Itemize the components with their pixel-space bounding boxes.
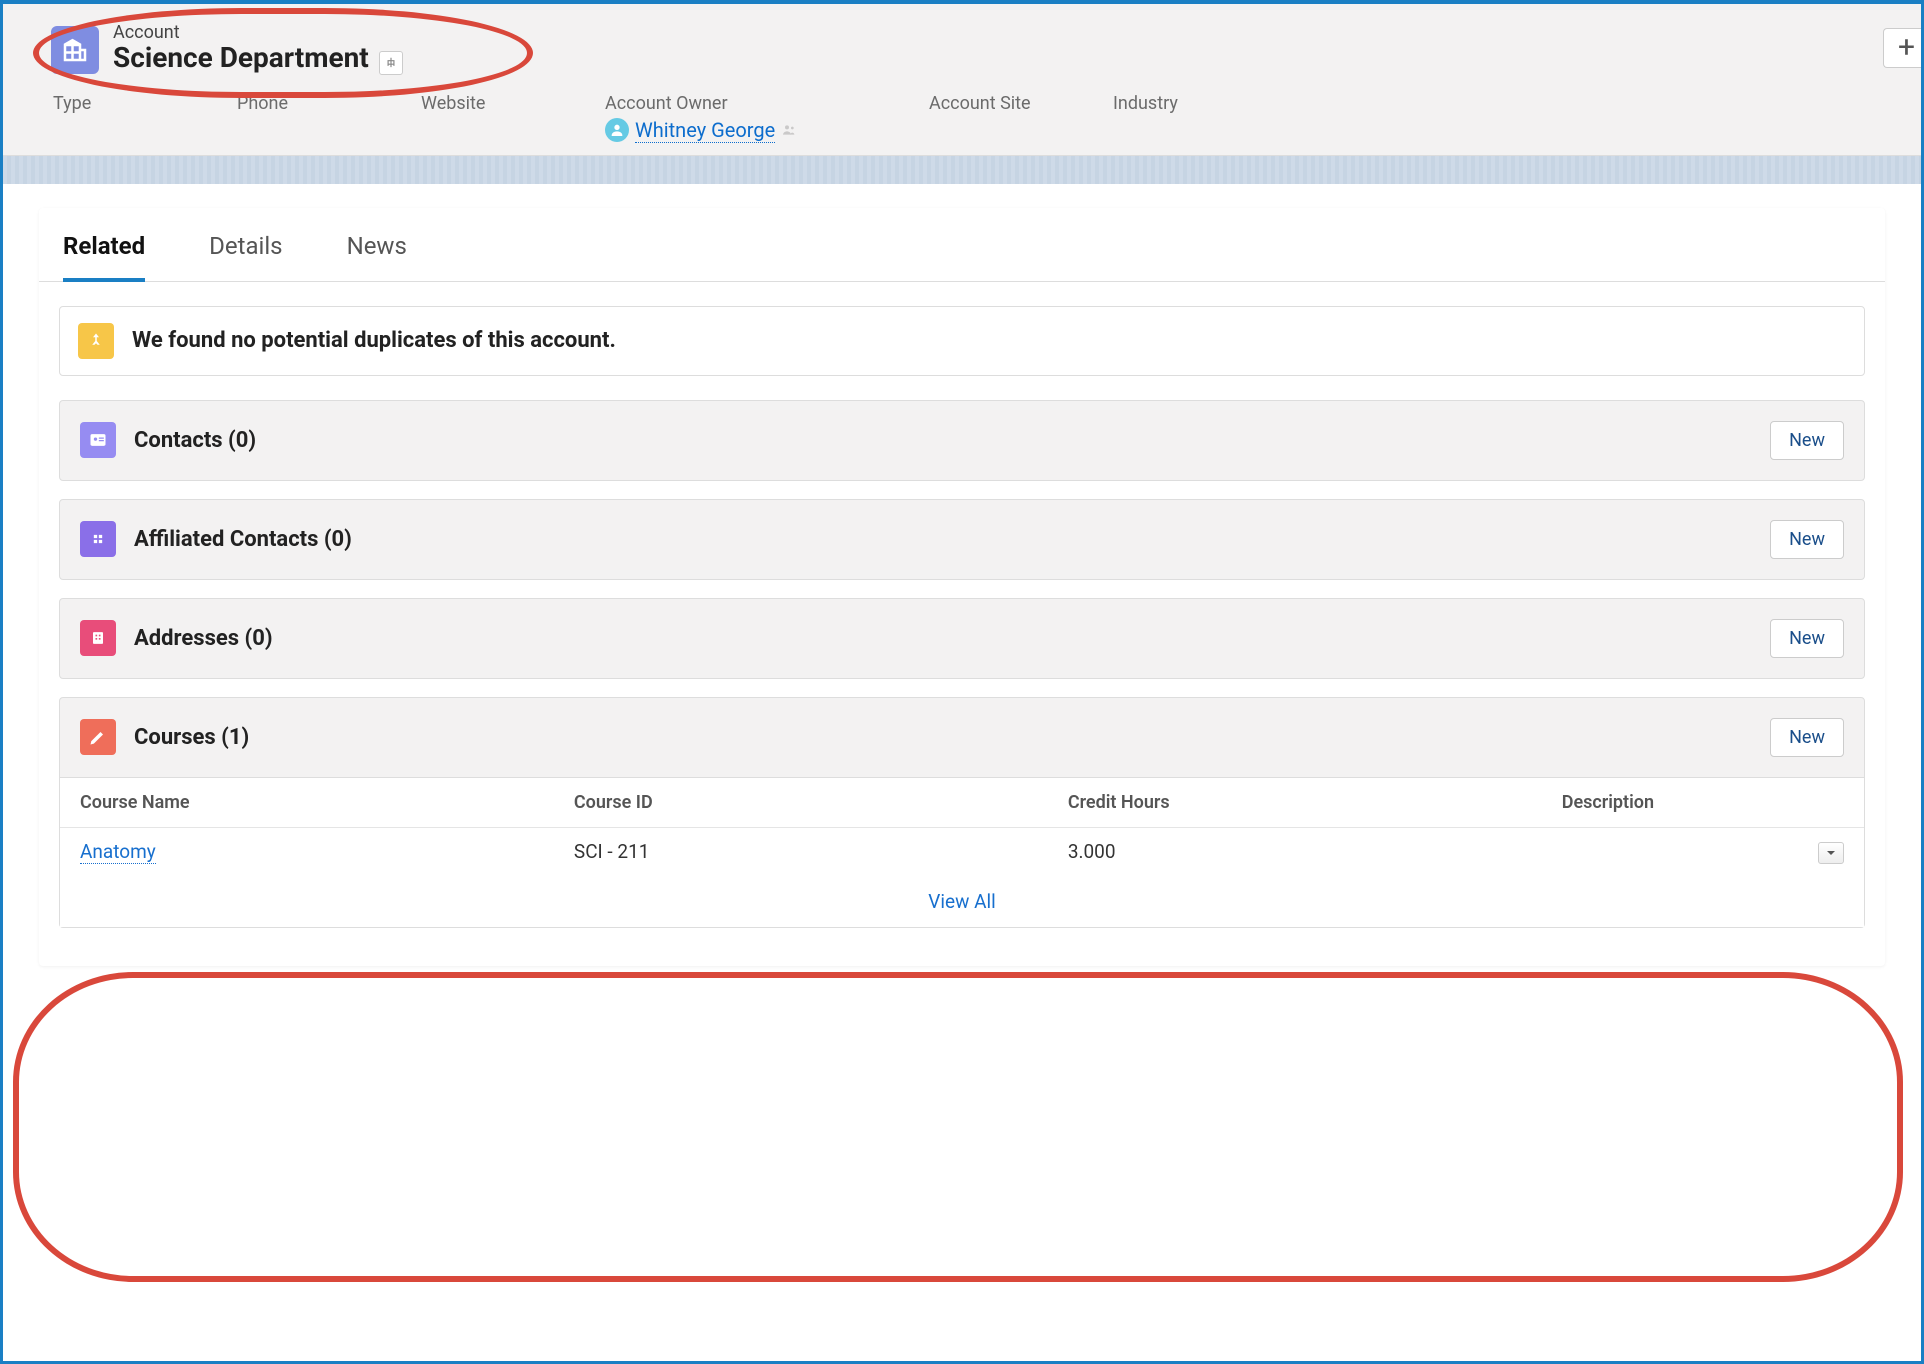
related-courses: Courses (1) New Course Name Course ID Cr… xyxy=(59,697,1865,928)
related-contacts: Contacts (0) New xyxy=(59,400,1865,481)
owner-name: Whitney George xyxy=(635,118,775,143)
affiliated-new-button[interactable]: New xyxy=(1770,520,1844,559)
table-row: Anatomy SCI - 211 3.000 xyxy=(60,828,1864,876)
change-owner-icon[interactable] xyxy=(781,122,797,138)
courses-table: Course Name Course ID Credit Hours Descr… xyxy=(60,777,1864,927)
field-industry: Industry xyxy=(1113,93,1233,143)
account-icon xyxy=(51,26,99,74)
tab-news[interactable]: News xyxy=(347,208,407,281)
app-frame: Account Science Department + Type Phone … xyxy=(0,0,1924,1364)
courses-title[interactable]: Courses (1) xyxy=(134,725,249,750)
affiliated-icon xyxy=(80,521,116,557)
col-course-name: Course Name xyxy=(80,792,574,813)
courses-new-button[interactable]: New xyxy=(1770,718,1844,757)
addresses-new-button[interactable]: New xyxy=(1770,619,1844,658)
field-account-site: Account Site xyxy=(929,93,1049,143)
merge-icon xyxy=(78,323,114,359)
avatar-icon xyxy=(605,118,629,142)
contacts-title[interactable]: Contacts (0) xyxy=(134,428,256,453)
content-card: Related Details News We found no potenti… xyxy=(39,208,1885,966)
course-credit-value: 3.000 xyxy=(1068,840,1562,863)
row-actions-menu[interactable] xyxy=(1818,842,1844,864)
field-account-owner: Account Owner Whitney George xyxy=(605,93,865,143)
course-id-value: SCI - 211 xyxy=(574,840,1068,863)
entity-title: Science Department xyxy=(113,41,369,74)
field-type: Type xyxy=(53,93,173,143)
field-phone: Phone xyxy=(237,93,357,143)
decorative-pattern xyxy=(3,156,1921,184)
related-addresses: Addresses (0) New xyxy=(59,598,1865,679)
follow-plus-button[interactable]: + xyxy=(1883,28,1921,68)
contacts-new-button[interactable]: New xyxy=(1770,421,1844,460)
tab-related[interactable]: Related xyxy=(63,208,145,282)
tab-details[interactable]: Details xyxy=(209,208,282,281)
affiliated-title[interactable]: Affiliated Contacts (0) xyxy=(134,527,352,552)
col-course-id: Course ID xyxy=(574,792,1068,813)
course-name-link[interactable]: Anatomy xyxy=(80,840,156,864)
addresses-title[interactable]: Addresses (0) xyxy=(134,626,273,651)
related-affiliated-contacts: Affiliated Contacts (0) New xyxy=(59,499,1865,580)
header-field-row: Type Phone Website Account Owner Whitney… xyxy=(51,93,1899,143)
duplicate-alert: We found no potential duplicates of this… xyxy=(59,306,1865,376)
field-website: Website xyxy=(421,93,541,143)
entity-meta: Account Science Department xyxy=(113,22,1899,75)
view-all: View All xyxy=(60,876,1864,927)
col-credit-hours: Credit Hours xyxy=(1068,792,1562,813)
view-all-link[interactable]: View All xyxy=(928,890,995,913)
contacts-icon xyxy=(80,422,116,458)
courses-icon xyxy=(80,719,116,755)
col-description: Description xyxy=(1562,792,1774,813)
annotation-callout-courses xyxy=(13,972,1903,1282)
alert-text: We found no potential duplicates of this… xyxy=(132,328,616,353)
record-header: Account Science Department + Type Phone … xyxy=(3,4,1921,156)
entity-type-label: Account xyxy=(113,22,1899,43)
addresses-icon xyxy=(80,620,116,656)
tab-bar: Related Details News xyxy=(39,208,1885,282)
owner-link[interactable]: Whitney George xyxy=(605,118,865,143)
courses-thead: Course Name Course ID Credit Hours Descr… xyxy=(60,778,1864,828)
hierarchy-button[interactable] xyxy=(379,51,403,75)
